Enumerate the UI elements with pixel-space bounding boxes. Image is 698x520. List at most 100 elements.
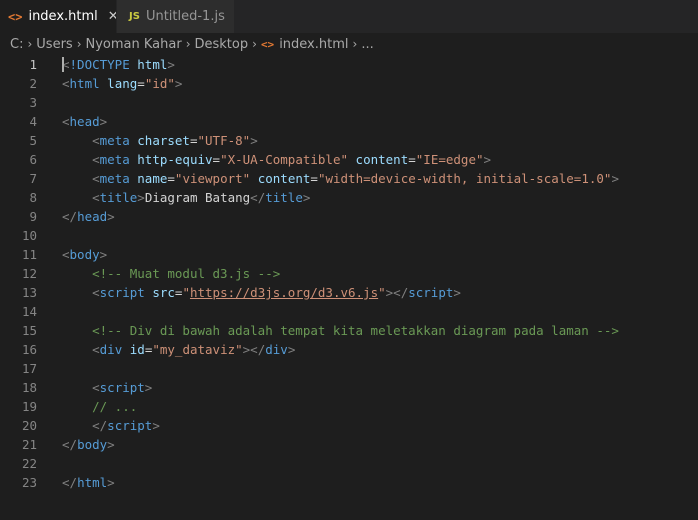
code-line[interactable]: 1 <!DOCTYPE html>	[0, 55, 698, 74]
html-file-icon: <>	[8, 9, 23, 24]
code-line[interactable]: 2 <html lang="id">	[0, 74, 698, 93]
code-line[interactable]: 8 <title>Diagram Batang</title>	[0, 188, 698, 207]
code-line[interactable]: 7 <meta name="viewport" content="width=d…	[0, 169, 698, 188]
breadcrumb-item-drive[interactable]: C:	[10, 37, 23, 52]
code-editor[interactable]: 1 <!DOCTYPE html> 2 <html lang="id"> 3 4 <head…	[0, 55, 698, 520]
line-number: 2	[29, 76, 37, 91]
code-line[interactable]: 5 <meta charset="UTF-8">	[0, 131, 698, 150]
code-line[interactable]: 17	[0, 359, 698, 378]
code-token: =	[310, 171, 318, 186]
code-line[interactable]: 14	[0, 302, 698, 321]
code-token: html	[77, 475, 108, 490]
code-token: div	[99, 342, 123, 357]
tab-label: Untitled-1.js	[145, 9, 225, 24]
line-number: 19	[21, 399, 37, 414]
chevron-right-icon: ›	[352, 37, 358, 51]
code-content: <div id="my_dataviz"></div>	[62, 340, 295, 359]
code-token: >	[611, 171, 619, 186]
line-number: 21	[21, 437, 37, 452]
line-number: 1	[29, 57, 37, 72]
line-number: 3	[29, 95, 37, 110]
code-line[interactable]: 16 <div id="my_dataviz"></div>	[0, 340, 698, 359]
code-line[interactable]: 11 <body>	[0, 245, 698, 264]
code-line[interactable]: 13 <script src="https://d3js.org/d3.v6.j…	[0, 283, 698, 302]
line-number: 12	[21, 266, 37, 281]
code-token: Diagram Batang	[144, 190, 251, 205]
tab-bar: <> index.html ✕ JS Untitled-1.js	[0, 0, 698, 33]
code-content: <meta charset="UTF-8">	[62, 131, 258, 150]
code-token: script	[408, 285, 454, 300]
code-content: </html>	[62, 473, 115, 492]
code-token: =	[137, 76, 145, 91]
breadcrumb-item-user-folder[interactable]: Nyoman Kahar	[86, 37, 182, 52]
breadcrumb-item-file[interactable]: index.html	[279, 37, 348, 52]
code-token: "my_dataviz"	[152, 342, 243, 357]
code-line[interactable]: 21 </body>	[0, 435, 698, 454]
code-token: meta	[99, 152, 130, 167]
code-line[interactable]: 19 // ...	[0, 397, 698, 416]
code-token: script	[99, 285, 145, 300]
code-token: >	[250, 133, 258, 148]
breadcrumb-item-desktop[interactable]: Desktop	[195, 37, 249, 52]
tab-untitled-1-js[interactable]: JS Untitled-1.js	[116, 0, 234, 33]
code-token: <	[92, 152, 100, 167]
code-line[interactable]: 15 <!-- Div di bawah adalah tempat kita …	[0, 321, 698, 340]
breadcrumb-item-users[interactable]: Users	[36, 37, 72, 52]
code-line[interactable]: 3	[0, 93, 698, 112]
tab-index-html[interactable]: <> index.html ✕	[0, 0, 119, 33]
line-number: 20	[21, 418, 37, 433]
code-token: ></	[242, 342, 266, 357]
code-line[interactable]: 10	[0, 226, 698, 245]
code-token: div	[265, 342, 288, 357]
code-token: >	[287, 342, 296, 357]
code-line[interactable]: 22	[0, 454, 698, 473]
code-token: =	[167, 171, 175, 186]
line-number: 10	[21, 228, 37, 243]
code-token: src	[152, 285, 175, 300]
code-content: <html lang="id">	[62, 74, 182, 93]
line-number: 13	[21, 285, 37, 300]
code-token: name	[137, 171, 168, 186]
code-token: >	[167, 57, 175, 72]
code-token: head	[69, 114, 100, 129]
code-line[interactable]: 9 </head>	[0, 207, 698, 226]
code-line[interactable]: 6 <meta http-equiv="X-UA-Compatible" con…	[0, 150, 698, 169]
code-token: <	[92, 171, 100, 186]
code-token: lang	[107, 76, 138, 91]
breadcrumb-item-symbols[interactable]: ...	[361, 37, 373, 52]
code-line[interactable]: 18 <script>	[0, 378, 698, 397]
code-line[interactable]: 20 </script>	[0, 416, 698, 435]
code-token: <	[62, 114, 70, 129]
line-number: 8	[29, 190, 37, 205]
line-number: 6	[29, 152, 37, 167]
code-token: "X-UA-Compatible"	[220, 152, 349, 167]
code-content: <head>	[62, 112, 107, 131]
code-line[interactable]: 4 <head>	[0, 112, 698, 131]
code-token: title	[265, 190, 303, 205]
chevron-right-icon: ›	[185, 37, 191, 51]
code-token: title	[99, 190, 138, 205]
code-line[interactable]: 23 </html>	[0, 473, 698, 492]
code-content: // ...	[62, 397, 137, 416]
code-token: >	[144, 380, 153, 395]
code-token: >	[302, 190, 311, 205]
line-number: 22	[21, 456, 37, 471]
code-token: "UTF-8"	[197, 133, 251, 148]
code-line[interactable]: 12 <!-- Muat modul d3.js -->	[0, 264, 698, 283]
code-content: </script>	[62, 416, 160, 435]
line-number: 14	[21, 304, 37, 319]
line-number: 9	[29, 209, 37, 224]
line-number: 4	[29, 114, 37, 129]
code-content: </head>	[62, 207, 115, 226]
code-token: content	[355, 152, 409, 167]
code-token: ></	[385, 285, 409, 300]
line-number: 11	[21, 247, 37, 262]
